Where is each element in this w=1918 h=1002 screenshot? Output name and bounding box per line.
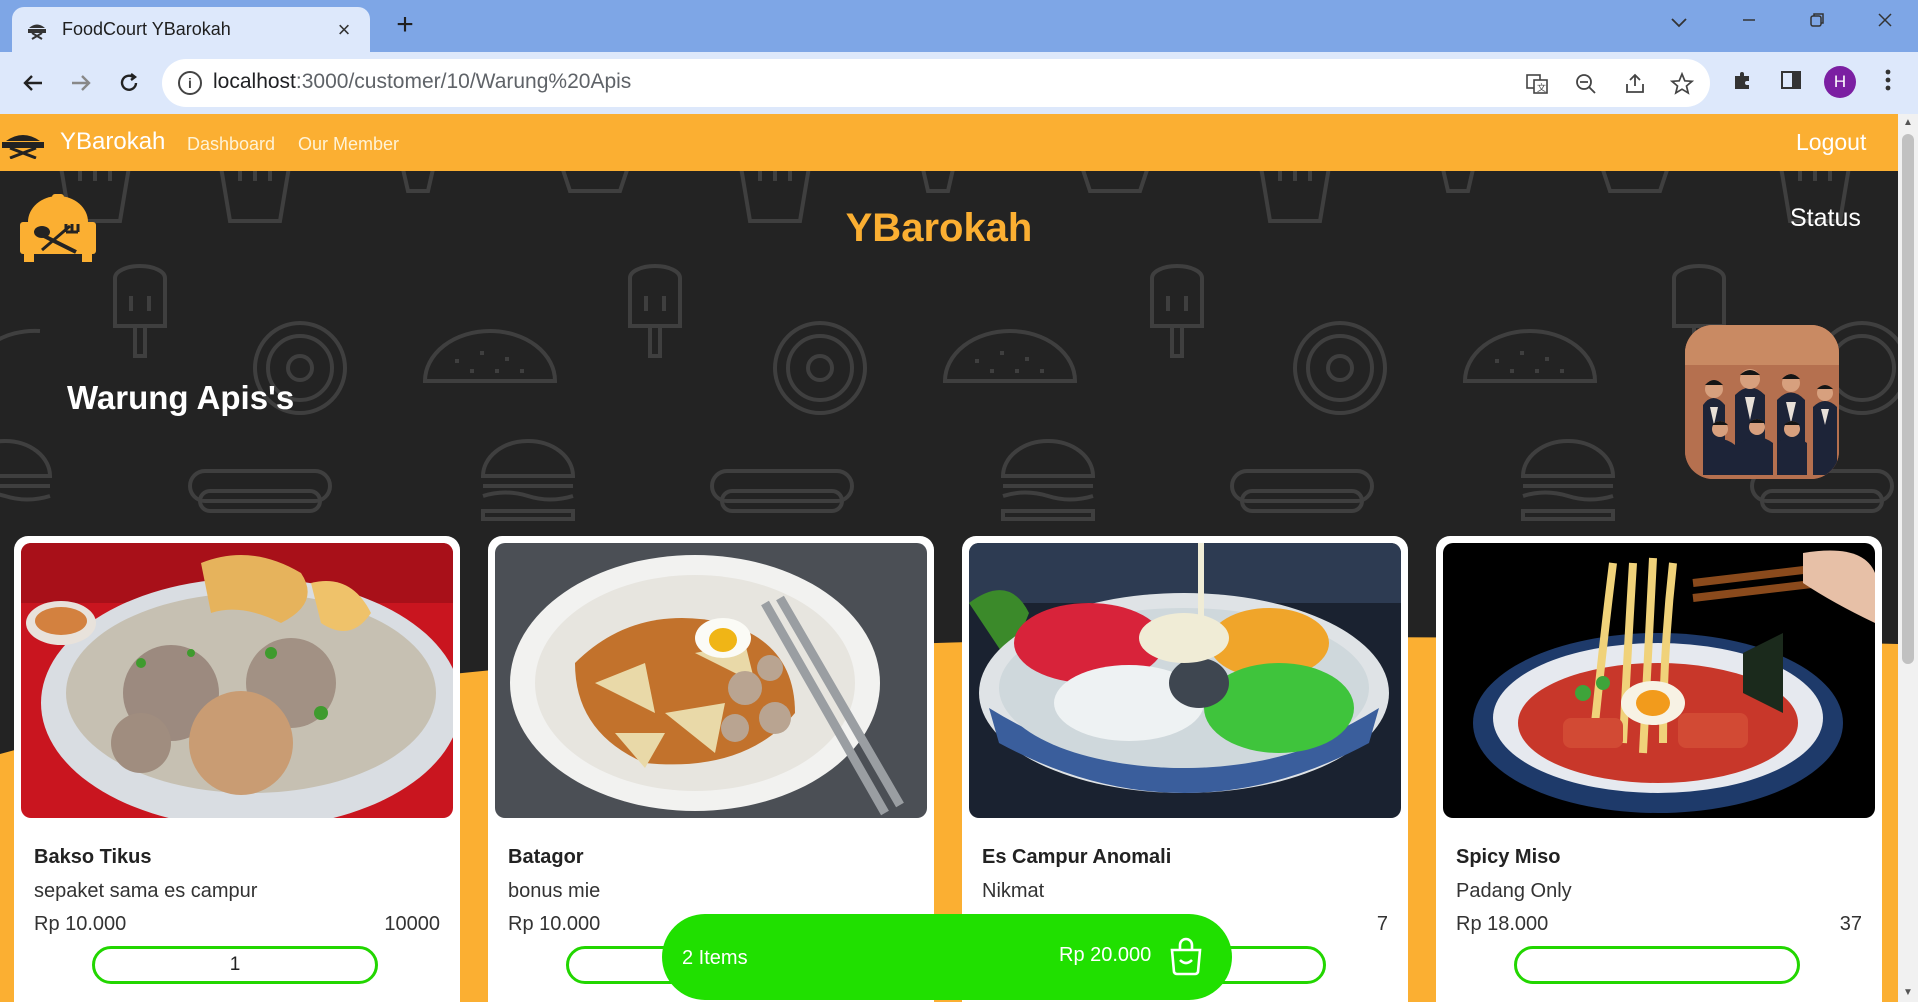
bookmark-star-icon[interactable] [1669,71,1695,97]
food-photo [969,543,1401,818]
tab-favicon-icon [26,19,48,41]
cart-summary-button[interactable]: 2 Items Rp 20.000 [662,914,1232,1000]
browser-toolbar: i localhost:3000/customer/10/Warung%20Ap… [0,52,1918,114]
menu-item-description: Nikmat [982,880,1045,902]
hero-title: YBarokah [845,206,1033,250]
kebab-menu-icon[interactable] [1874,66,1902,94]
scroll-up-arrow-icon[interactable]: ▲ [1898,114,1918,132]
quantity-input[interactable]: 1 [92,946,378,984]
menu-item-name: Batagor [508,846,584,868]
status-link[interactable]: Status [1790,204,1861,233]
nav-link-dashboard[interactable]: Dashboard [187,134,275,155]
close-window-icon[interactable] [1860,8,1910,36]
menu-item-price: Rp 18.000 [1456,913,1549,935]
scrollbar-thumb[interactable] [1902,134,1914,664]
tab-search-icon[interactable] [1654,8,1704,36]
url-host: localhost [213,70,296,93]
menu-item-name: Spicy Miso [1456,846,1561,868]
back-arrow-icon[interactable] [16,66,50,100]
extensions-puzzle-icon[interactable] [1729,66,1757,94]
side-panel-icon[interactable] [1777,66,1805,94]
reload-icon[interactable] [112,66,146,100]
food-photo [1443,543,1875,818]
page-scrollbar[interactable]: ▲ ▼ [1898,114,1918,1002]
zoom-out-icon[interactable] [1573,71,1599,97]
brand-logo-icon[interactable] [0,127,46,159]
page-viewport: YBarokah Dashboard Our Member Logout YBa… [0,114,1898,1002]
svg-text:文: 文 [1537,82,1546,93]
top-navbar: YBarokah Dashboard Our Member Logout [0,114,1898,171]
profile-avatar[interactable]: H [1824,66,1856,98]
menu-item-price: Rp 10.000 [508,913,601,935]
translate-icon[interactable]: 文 [1524,71,1550,97]
forward-arrow-icon[interactable] [64,66,98,100]
menu-item-description: Padang Only [1456,880,1572,902]
site-info-icon[interactable]: i [178,71,202,95]
warung-name: Warung Apis's [67,379,295,416]
menu-item-price: Rp 10.000 [34,913,127,935]
menu-item-name: Bakso Tikus [34,846,152,868]
food-photo [495,543,927,818]
menu-item-stock: 37 [1839,913,1862,935]
menu-item-description: bonus mie [508,880,601,902]
shopping-bag-icon [1170,937,1202,976]
menu-item-description: sepaket sama es campur [34,880,258,902]
cart-item-count: 2 Items [682,947,748,969]
share-icon[interactable] [1622,71,1648,97]
menu-card-spicy-miso[interactable]: Spicy Miso Padang Only Rp 18.000 37 [1436,536,1882,1002]
url-text: localhost:3000/customer/10/Warung%20Apis [213,70,631,94]
browser-tab[interactable]: FoodCourt YBarokah × [12,7,370,52]
menu-item-stock: 10000 [384,913,440,935]
menu-card-bakso-tikus[interactable]: Bakso Tikus sepaket sama es campur Rp 10… [14,536,460,1002]
menu-item-name: Es Campur Anomali [982,846,1172,868]
address-bar[interactable]: i localhost:3000/customer/10/Warung%20Ap… [162,59,1710,107]
team-photo [1685,325,1839,479]
menu-item-stock: 7 [1376,913,1388,935]
quantity-input[interactable] [1514,946,1800,984]
new-tab-button[interactable]: + [390,9,420,41]
navbar-brand[interactable]: YBarokah [60,128,165,156]
browser-tabstrip: FoodCourt YBarokah × + [0,0,1918,52]
restore-icon[interactable] [1792,8,1842,36]
nav-link-our-member[interactable]: Our Member [298,134,399,155]
food-photo [21,543,453,818]
url-path: :3000/customer/10/Warung%20Apis [295,70,632,93]
minimize-icon[interactable] [1724,8,1774,36]
tab-title: FoodCourt YBarokah [62,19,231,39]
tab-close-icon[interactable]: × [332,17,356,43]
logout-link[interactable]: Logout [1796,129,1866,156]
cart-total: Rp 20.000 [1059,944,1152,966]
scroll-down-arrow-icon[interactable]: ▼ [1898,984,1918,1002]
